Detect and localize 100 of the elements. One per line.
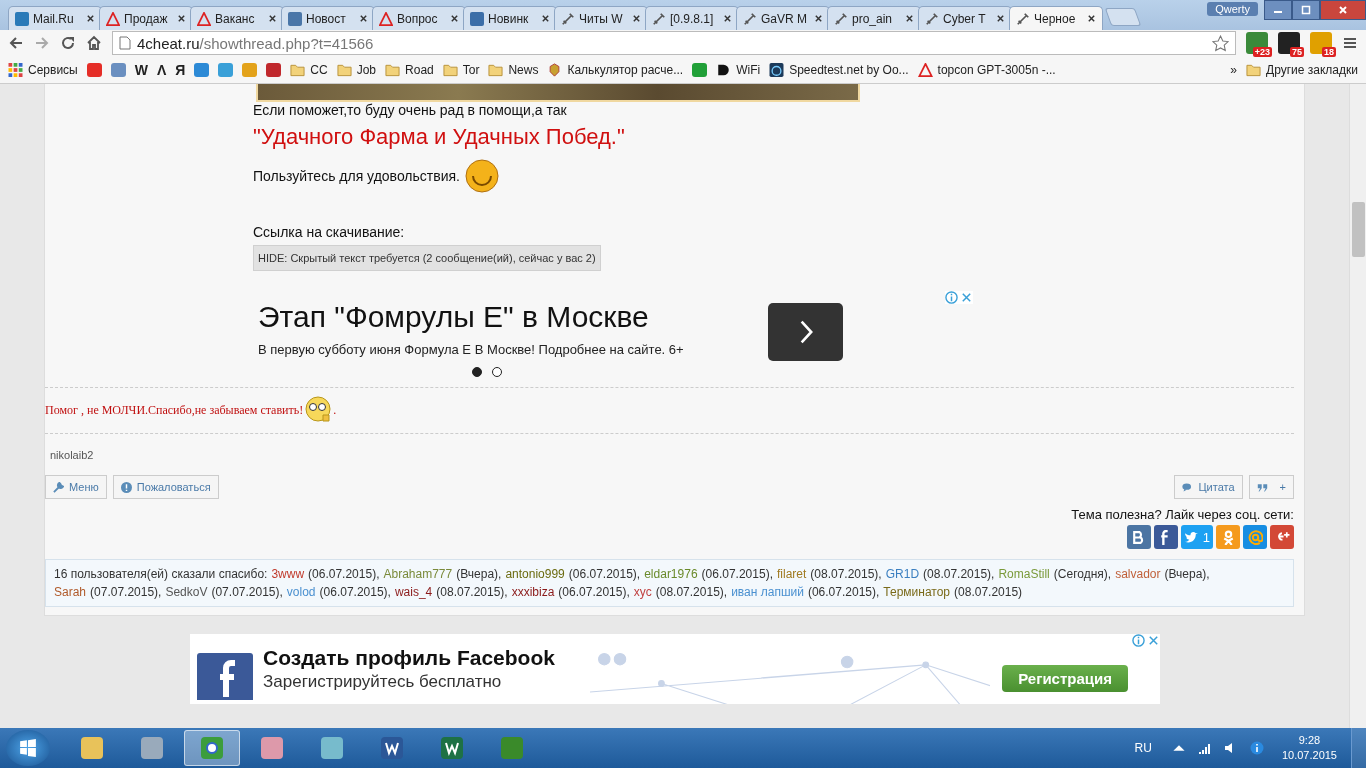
close-icon[interactable] xyxy=(86,14,95,23)
thanks-date: (Вчера), xyxy=(456,567,502,581)
thanks-date: (Вчера), xyxy=(1164,567,1210,581)
emblem-icon xyxy=(547,62,563,77)
menu-icon[interactable] xyxy=(1342,35,1358,51)
scrollbar-thumb[interactable] xyxy=(1351,202,1365,257)
report-button[interactable]: Пожаловаться xyxy=(112,475,219,499)
info-icon[interactable] xyxy=(1249,741,1264,755)
smiley-icon xyxy=(464,158,500,194)
browser-tab[interactable]: Черное xyxy=(1009,6,1103,30)
browser-tab[interactable]: Ваканс xyxy=(190,6,284,30)
user-link[interactable]: xyc xyxy=(633,585,652,599)
network-bars-icon[interactable] xyxy=(1197,741,1212,755)
bookmark[interactable]: Сервисы xyxy=(8,62,78,77)
close-icon[interactable] xyxy=(723,14,732,23)
clock[interactable]: 9:28 10.07.2015 xyxy=(1281,733,1337,763)
carousel-dot[interactable] xyxy=(472,367,482,377)
close-icon[interactable] xyxy=(268,14,277,23)
vk-share-button[interactable] xyxy=(1126,525,1151,549)
bookmark-icon[interactable] xyxy=(218,62,234,77)
language-indicator[interactable]: RU xyxy=(1134,741,1152,755)
extension-badge: 18 xyxy=(1322,47,1336,57)
browser-tab[interactable]: Вопрос xyxy=(372,6,466,30)
user-link[interactable]: wais_4 xyxy=(394,585,433,599)
start-button[interactable] xyxy=(6,730,50,766)
bookmark[interactable]: Калькулятор расче... xyxy=(547,62,684,77)
bookmark[interactable]: topcon GPT-3005n -... xyxy=(917,62,1056,77)
facebook-share-button[interactable] xyxy=(1153,525,1178,549)
close-icon[interactable] xyxy=(541,14,550,23)
menu-button[interactable]: Меню xyxy=(45,475,107,499)
bookmark[interactable]: WiFi xyxy=(716,62,761,77)
more-bookmarks-button[interactable]: » xyxy=(1230,62,1238,77)
quote-button[interactable]: Цитата xyxy=(1174,475,1243,499)
close-icon[interactable] xyxy=(632,14,641,23)
bookmark[interactable]: W xyxy=(134,61,148,78)
browser-tab[interactable]: [0.9.8.1] xyxy=(645,6,739,30)
close-icon[interactable] xyxy=(450,14,459,23)
bookmark-icon[interactable] xyxy=(692,62,708,77)
user-link[interactable]: xxxibiza xyxy=(511,585,555,599)
minimize-button[interactable] xyxy=(1264,0,1292,20)
browser-tab[interactable]: Новинк xyxy=(463,6,557,30)
warning-icon xyxy=(197,11,211,26)
bookmark[interactable]: CC xyxy=(290,62,328,77)
app-icon xyxy=(498,734,526,762)
multiquote-button[interactable]: + xyxy=(1248,475,1294,499)
carousel-dot[interactable] xyxy=(492,367,502,377)
browser-tab[interactable]: Продаж xyxy=(99,6,193,30)
close-icon[interactable] xyxy=(1087,14,1096,23)
back-icon[interactable] xyxy=(8,35,24,51)
folder-icon xyxy=(385,62,401,77)
bookmark[interactable]: Job xyxy=(336,62,377,77)
address-bar[interactable]: 4cheat.ru/showthread.php?t=41566 xyxy=(112,31,1236,55)
bookmark[interactable]: Speedtest.net by Oo... xyxy=(769,62,909,77)
user-link[interactable]: Терминатор xyxy=(883,585,951,599)
user-link[interactable]: GR1D xyxy=(885,567,920,581)
user-link[interactable]: antonio999 xyxy=(505,567,565,581)
browser-tab[interactable]: pro_ain xyxy=(827,6,921,30)
close-icon[interactable] xyxy=(996,14,1005,23)
bookmark-icon[interactable] xyxy=(86,62,102,77)
bookmark-icon[interactable] xyxy=(266,62,282,77)
close-icon[interactable] xyxy=(905,14,914,23)
next-button[interactable] xyxy=(768,303,843,361)
close-icon[interactable] xyxy=(177,14,186,23)
home-icon[interactable] xyxy=(86,35,102,51)
browser-tab[interactable]: Читы W xyxy=(554,6,648,30)
scrollbar[interactable] xyxy=(1349,84,1366,728)
user-link[interactable]: Sarah xyxy=(54,585,87,599)
google-plus-share-button[interactable] xyxy=(1270,525,1294,549)
bookmark[interactable]: Я xyxy=(175,61,186,78)
user-link[interactable]: SedkoV xyxy=(165,585,208,599)
user-link[interactable]: 3www xyxy=(271,567,305,581)
user-link[interactable]: salvador xyxy=(1115,567,1161,581)
windows-logo-icon xyxy=(19,739,37,757)
info-icon[interactable] xyxy=(1132,634,1145,647)
close-icon[interactable] xyxy=(359,14,368,23)
user-link[interactable]: Abraham777 xyxy=(383,567,453,581)
other-bookmarks[interactable]: Другие закладки xyxy=(1246,62,1358,77)
user-link[interactable]: eldar1976 xyxy=(644,567,698,581)
info-icon[interactable] xyxy=(945,291,958,304)
maximize-button[interactable] xyxy=(1292,0,1320,20)
bookmark-icon[interactable] xyxy=(110,62,126,77)
browser-tab[interactable]: GaVR M xyxy=(736,6,830,30)
browser-tab[interactable]: Mail.Ru xyxy=(8,6,102,30)
browser-tab[interactable]: Новост xyxy=(281,6,375,30)
bookmark-star-icon[interactable] xyxy=(1212,34,1229,52)
bookmark[interactable]: News xyxy=(488,62,539,77)
bookmark[interactable]: Road xyxy=(385,62,434,77)
profile-button[interactable]: Qwerty xyxy=(1207,2,1258,16)
sword-icon xyxy=(834,11,848,26)
user-link[interactable]: filaret xyxy=(776,567,807,581)
taskbar-app[interactable] xyxy=(184,730,240,766)
post-text: Пользуйтесь для удовольствия. xyxy=(253,168,460,184)
bookmark[interactable]: Λ xyxy=(156,61,167,78)
bookmark-icon[interactable] xyxy=(194,62,210,77)
browser-tab[interactable]: Cyber T xyxy=(918,6,1012,30)
close-window-button[interactable] xyxy=(1320,0,1366,20)
close-icon[interactable] xyxy=(814,14,823,23)
bookmark[interactable]: Tor xyxy=(442,62,480,77)
reload-icon[interactable] xyxy=(60,35,76,51)
thanks-date: (06.07.2015), xyxy=(701,567,773,581)
